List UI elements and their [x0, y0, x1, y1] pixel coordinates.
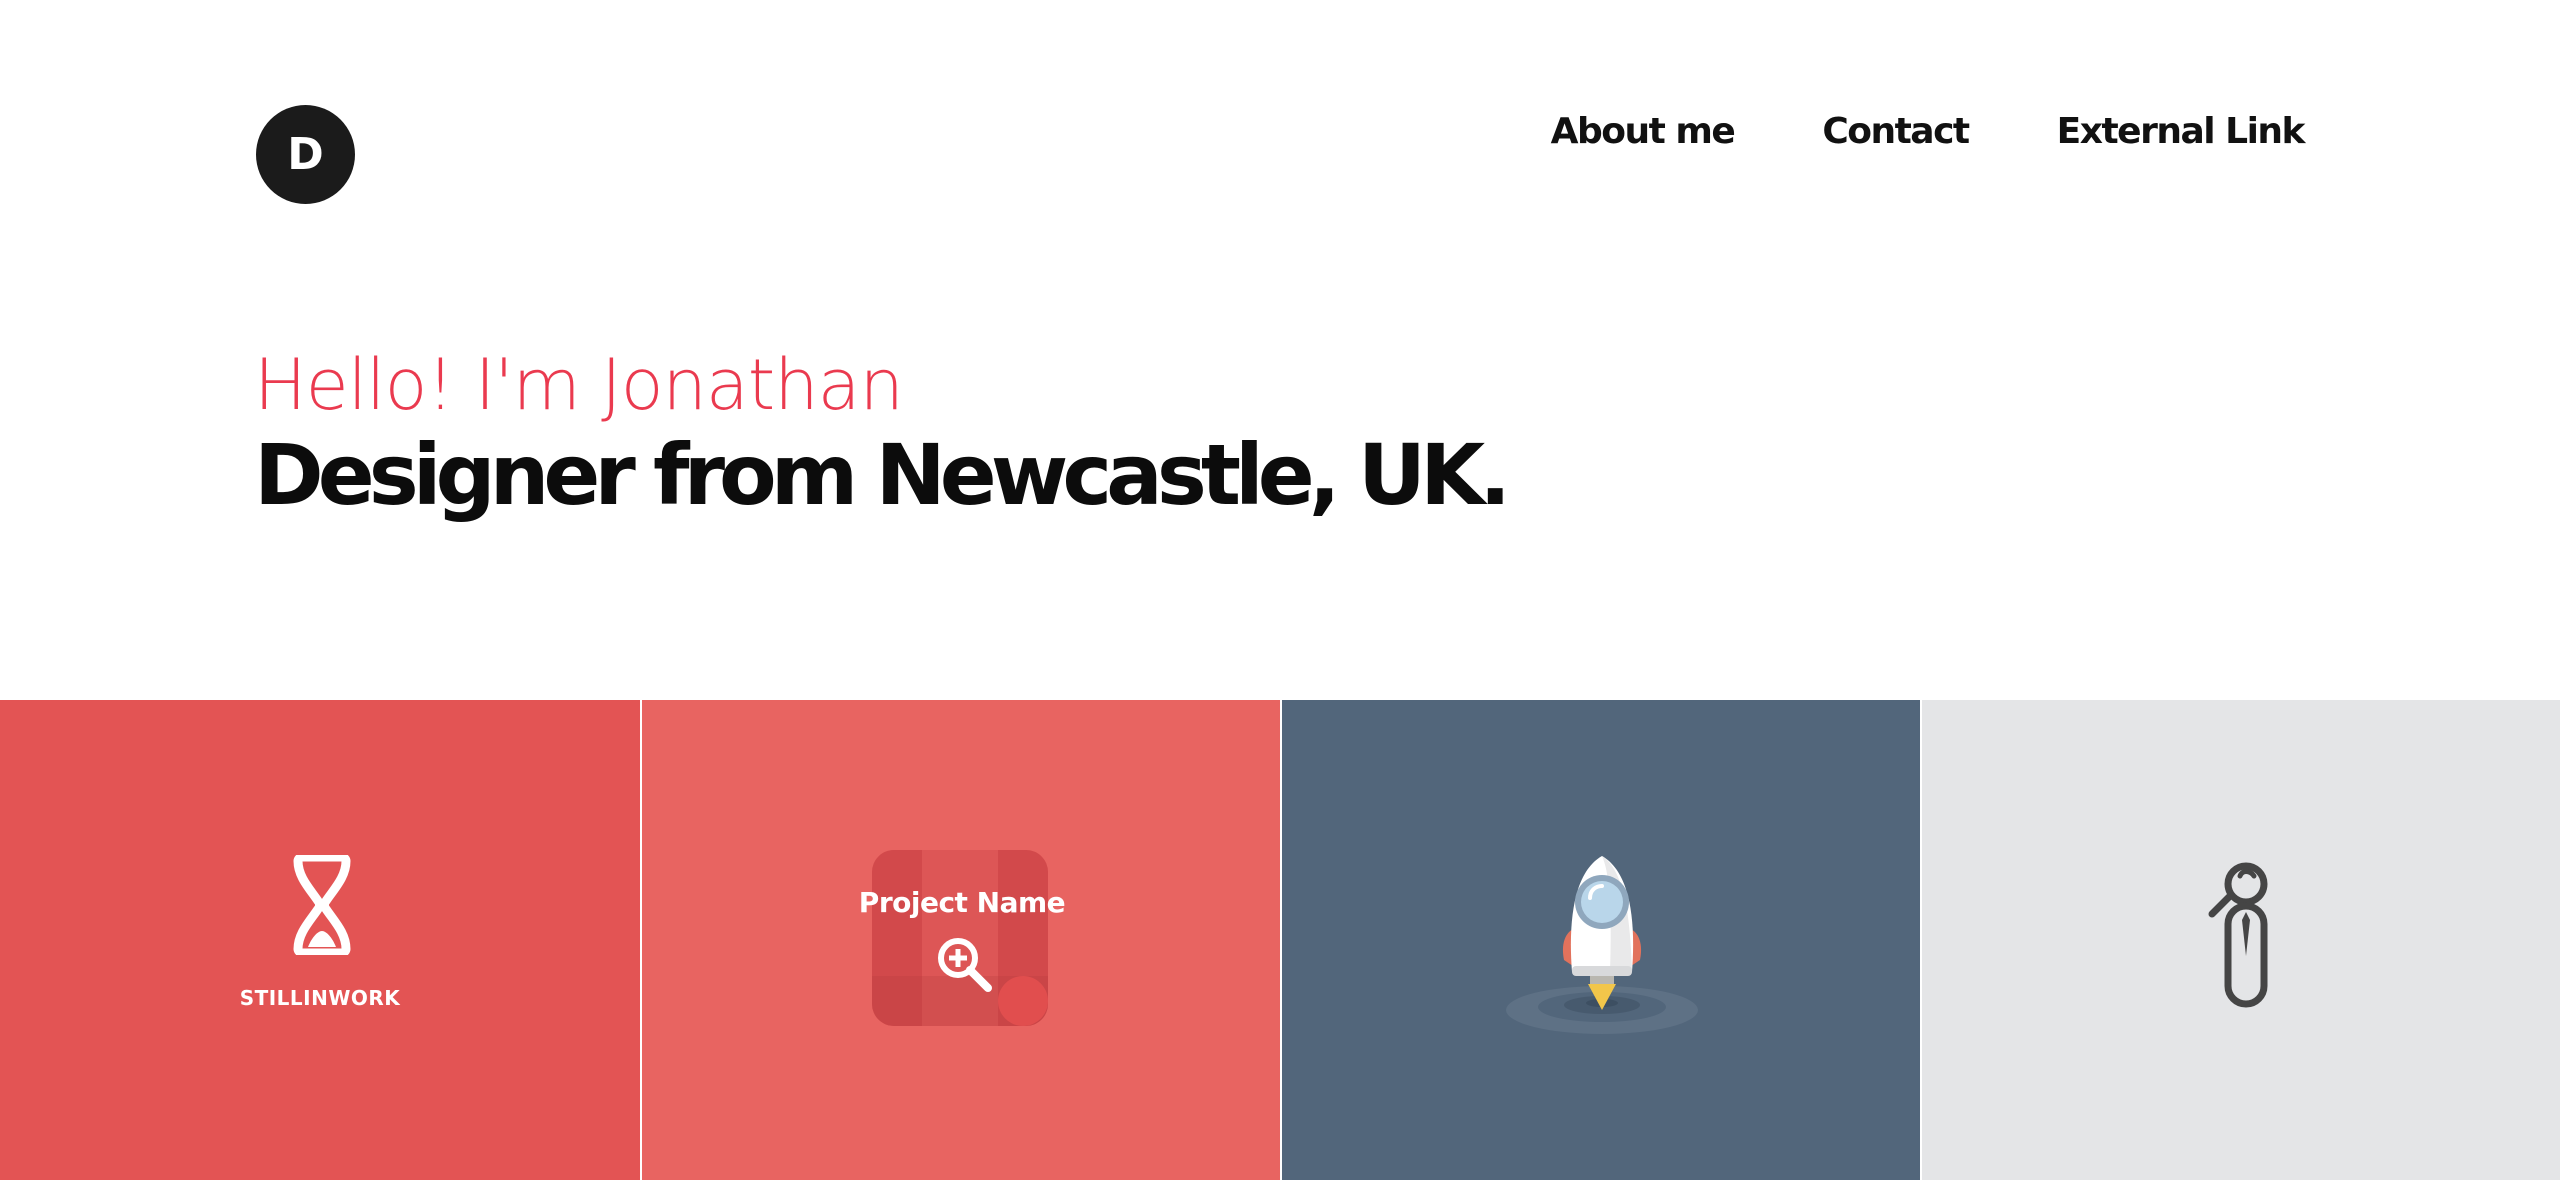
- nav-external-link[interactable]: External Link: [2057, 108, 2306, 156]
- portfolio-tile-stillinwork[interactable]: STILLINWORK: [0, 700, 640, 1180]
- portfolio-tile-rocket[interactable]: [1280, 700, 1920, 1180]
- nav-contact[interactable]: Contact: [1822, 108, 1970, 156]
- logo-letter: D: [287, 129, 324, 180]
- rocket-icon: [1502, 850, 1702, 1040]
- main-nav: About me Contact External Link: [1551, 108, 2306, 156]
- logo[interactable]: D: [256, 105, 355, 204]
- page: D About me Contact External Link Hello! …: [0, 0, 2560, 1180]
- hero-greeting: Hello! I'm Jonathan: [254, 344, 904, 426]
- tile-caption: STILLINWORK: [239, 986, 401, 1010]
- hero-title: Designer from Newcastle, UK.: [254, 426, 1511, 524]
- project-name: Project Name: [858, 886, 1066, 919]
- portfolio-tile-paperclip[interactable]: [1920, 700, 2560, 1180]
- zoom-in-icon[interactable]: [934, 934, 994, 994]
- paperclip-person-icon: [2202, 860, 2282, 1010]
- portfolio-grid: STILLINWORK Project Name: [0, 700, 2560, 1180]
- hourglass-icon: [284, 852, 360, 958]
- nav-about-me[interactable]: About me: [1551, 108, 1736, 156]
- portfolio-tile-project[interactable]: Project Name: [640, 700, 1280, 1180]
